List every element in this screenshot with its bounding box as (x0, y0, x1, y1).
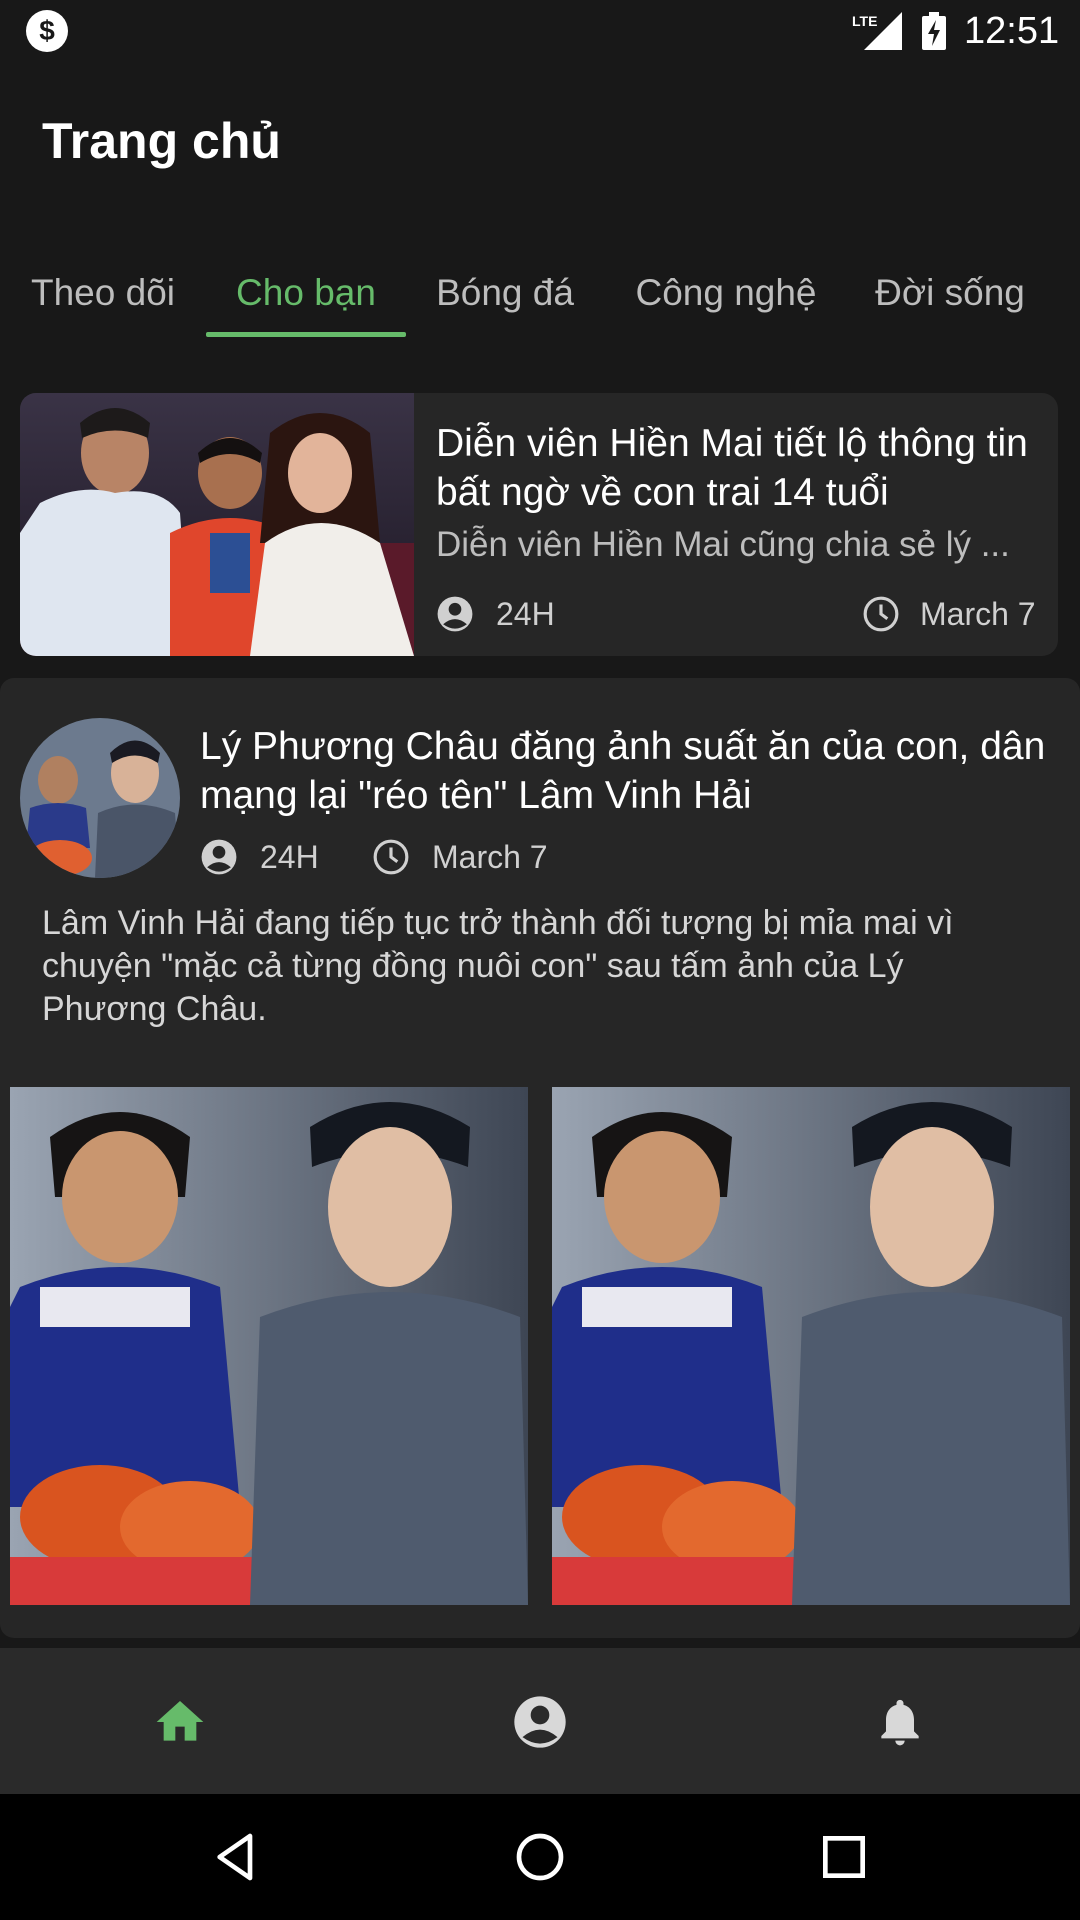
tab-doi-song[interactable]: Đời sống (864, 243, 1036, 343)
family-photo (20, 393, 414, 656)
article-title: Lý Phương Châu đăng ảnh suất ăn của con,… (200, 725, 1046, 817)
system-navigation-bar (0, 1794, 1080, 1920)
status-bar: LTE 12:51 (0, 0, 1080, 63)
tab-cong-nghe[interactable]: Công nghệ (620, 243, 832, 343)
clock-icon (373, 839, 409, 875)
tab-bong-da[interactable]: Bóng đá (420, 243, 590, 343)
article-title: Diễn viên Hiền Mai tiết lộ thông tin bất… (436, 422, 1028, 514)
article-source: 24H (496, 596, 555, 632)
back-icon (217, 1833, 253, 1881)
lte-signal-icon: LTE (852, 12, 902, 50)
nav-home-button[interactable] (0, 1648, 360, 1794)
system-recents-button[interactable] (664, 1794, 1024, 1920)
app-header: Trang chủ Theo dõi Cho bạn Bóng đá Công … (0, 63, 1080, 343)
tab-theo-doi[interactable]: Theo dõi (10, 243, 196, 343)
network-label: LTE (852, 13, 877, 29)
article-card-2[interactable]: Lý Phương Châu đăng ảnh suất ăn của con,… (0, 678, 1080, 1638)
active-tab-indicator (206, 332, 406, 337)
article-date: March 7 (432, 839, 548, 875)
tab-cho-ban[interactable]: Cho bạn (206, 243, 406, 343)
home-icon (156, 1701, 204, 1741)
account-circle-icon (201, 839, 237, 875)
recents-icon (823, 1836, 865, 1878)
article-thumbnail-avatar (20, 718, 180, 878)
battery-charging-icon (922, 12, 946, 50)
account-icon (514, 1696, 566, 1748)
article-date: March 7 (920, 596, 1036, 632)
category-tabs: Theo dõi Cho bạn Bóng đá Công nghệ Đời s… (0, 243, 1080, 343)
article-summary: Lâm Vinh Hải đang tiếp tục trở thành đối… (42, 904, 954, 1028)
article-card-1[interactable]: Diễn viên Hiền Mai tiết lộ thông tin bất… (20, 393, 1058, 656)
bottom-navigation (0, 1648, 1080, 1794)
account-circle-icon (437, 596, 473, 632)
home-circle-icon (516, 1833, 564, 1881)
article-source: 24H (260, 839, 319, 875)
page-title: Trang chủ (42, 113, 281, 169)
article-photo-2[interactable] (552, 1087, 1070, 1605)
nav-account-button[interactable] (360, 1648, 720, 1794)
clock-icon (863, 596, 899, 632)
article-summary: Diễn viên Hiền Mai cũng chia sẻ lý ... (436, 525, 1010, 564)
article-photo-1[interactable] (10, 1087, 528, 1605)
bell-icon (881, 1699, 919, 1746)
status-time: 12:51 (964, 10, 1060, 52)
nav-notifications-button[interactable] (720, 1648, 1080, 1794)
dollar-app-icon (26, 10, 68, 52)
